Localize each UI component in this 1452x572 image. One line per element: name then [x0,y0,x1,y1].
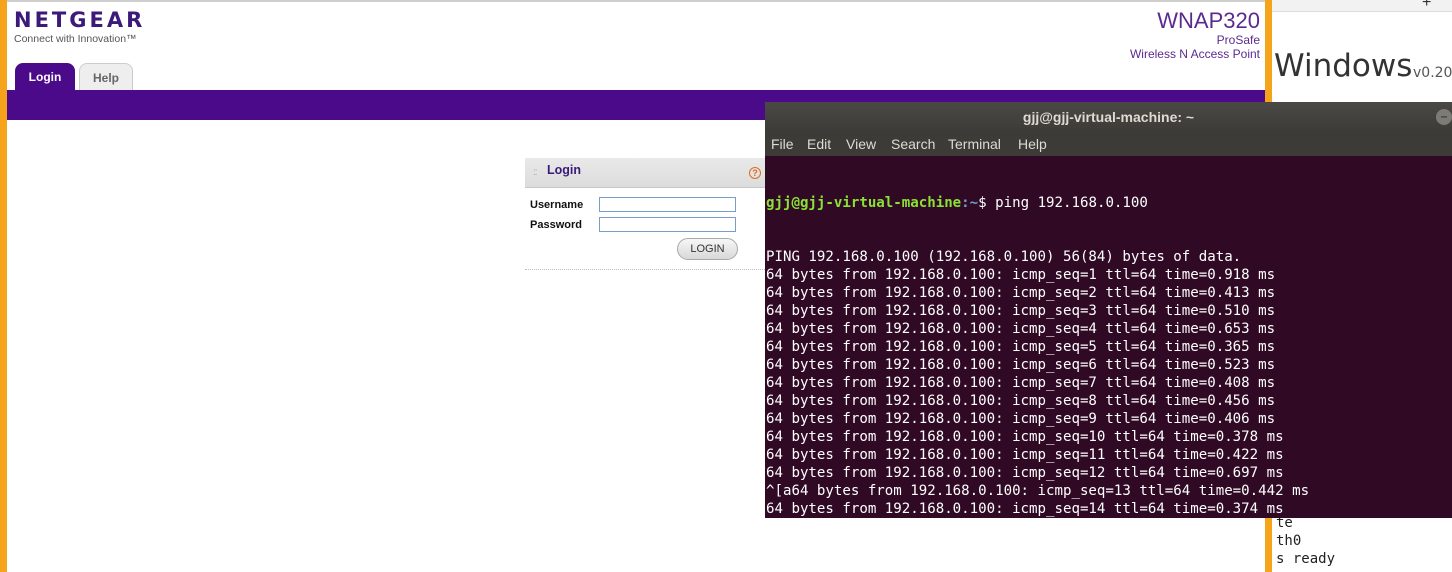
login-form: Username Password LOGIN [525,188,765,270]
new-tab-plus-icon[interactable]: + [1422,0,1431,12]
menu-edit[interactable]: Edit [807,136,831,152]
terminal-output[interactable]: gjj@gjj-virtual-machine:~$ ping 192.168.… [766,158,1452,518]
brand-name: NETGEAR [14,8,146,32]
terminal-title[interactable]: gjj@gjj-virtual-machine: ~ [765,102,1452,132]
terminal-output-line: 64 bytes from 192.168.0.100: icmp_seq=4 … [766,321,1276,337]
terminal-output-line: 64 bytes from 192.168.0.100: icmp_seq=8 … [766,393,1276,409]
login-panel-header: :: Login ? [525,158,765,188]
terminal-output-line: 64 bytes from 192.168.0.100: icmp_seq=3 … [766,303,1276,319]
terminal-output-line: 64 bytes from 192.168.0.100: icmp_seq=14… [766,501,1284,517]
username-input[interactable] [599,197,736,212]
netgear-logo: NETGEAR Connect with Innovation™ [14,8,145,45]
window-top-border [0,0,1272,2]
fragment-line: th0 [1276,533,1302,549]
menu-search[interactable]: Search [891,136,935,152]
model-description: Wireless N Access Point [1129,47,1260,61]
background-window-title: Windows [1274,48,1413,84]
login-panel-title: Login [547,163,582,177]
model-name: WNAP320 [1157,8,1260,33]
prompt-path: :~ [961,195,979,211]
prompt-symbol: $ [978,195,996,211]
menu-help[interactable]: Help [1018,136,1047,152]
terminal-menubar: File Edit View Search Terminal Help [765,132,1452,156]
terminal-output-line: 64 bytes from 192.168.0.100: icmp_seq=2 … [766,285,1276,301]
terminal-window[interactable]: gjj@gjj-virtual-machine: ~ – File Edit V… [765,102,1452,518]
login-button[interactable]: LOGIN [677,238,738,260]
brand-tagline: Connect with Innovation™ [14,33,137,45]
terminal-output-line: ^[a64 bytes from 192.168.0.100: icmp_seq… [766,483,1310,499]
terminal-output-line: PING 192.168.0.100 (192.168.0.100) 56(84… [766,249,1242,265]
command-text: ping 192.168.0.100 [995,195,1148,211]
menu-terminal[interactable]: Terminal [948,136,1001,152]
menu-view[interactable]: View [846,136,876,152]
password-input[interactable] [599,217,736,232]
terminal-output-line: 64 bytes from 192.168.0.100: icmp_seq=11… [766,447,1284,463]
fragment-line: s ready [1276,551,1336,567]
terminal-output-line: 64 bytes from 192.168.0.100: icmp_seq=6 … [766,357,1276,373]
help-icon[interactable]: ? [749,167,761,179]
menu-file[interactable]: File [771,136,794,152]
terminal-output-line: 64 bytes from 192.168.0.100: icmp_seq=12… [766,465,1284,481]
username-label: Username [530,199,584,211]
background-window-version: v0.20 [1413,65,1452,81]
terminal-output-line: 64 bytes from 192.168.0.100: icmp_seq=7 … [766,375,1276,391]
output-lines: PING 192.168.0.100 (192.168.0.100) 56(84… [766,248,1452,518]
model-series: ProSafe [1216,33,1260,47]
tab-login[interactable]: Login [15,63,75,91]
grip-icon: :: [533,167,537,178]
model-info: WNAP320 ProSafe Wireless N Access Point [1129,8,1260,62]
frame-left-border [0,0,7,572]
tab-help[interactable]: Help [79,63,133,91]
desktop: + Windows v0.20 te th0 s ready NETGEAR C… [0,0,1452,572]
terminal-output-line: 64 bytes from 192.168.0.100: icmp_seq=1 … [766,267,1276,283]
login-panel: :: Login ? Username Password LOGIN [525,158,765,270]
minimize-icon[interactable]: – [1436,109,1452,125]
prompt-line: gjj@gjj-virtual-machine:~$ ping 192.168.… [766,194,1452,212]
terminal-output-line: 64 bytes from 192.168.0.100: icmp_seq=10… [766,429,1284,445]
password-label: Password [530,219,582,231]
terminal-output-line: 64 bytes from 192.168.0.100: icmp_seq=9 … [766,411,1276,427]
terminal-output-line: 64 bytes from 192.168.0.100: icmp_seq=5 … [766,339,1276,355]
prompt-user: gjj@gjj-virtual-machine [766,195,962,211]
background-terminal-fragment: te th0 s ready [1272,514,1452,572]
